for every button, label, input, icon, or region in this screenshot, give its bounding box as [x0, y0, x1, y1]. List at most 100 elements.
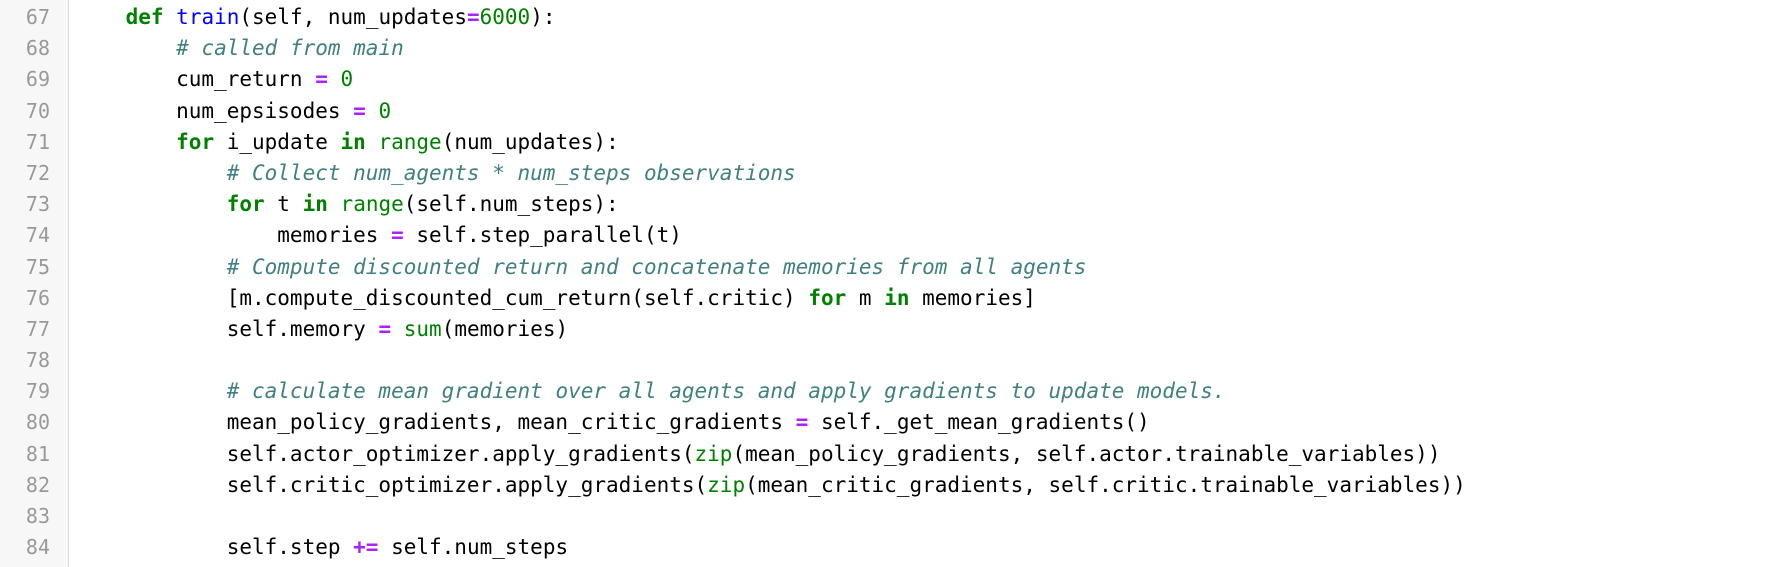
code-token: in — [340, 129, 366, 154]
code-token: memories — [75, 223, 392, 248]
code-line: 81 self.actor_optimizer.apply_gradients(… — [0, 439, 1791, 470]
code-token: # called from main — [176, 36, 404, 61]
code-token: m — [846, 285, 885, 310]
code-line: 77 self.memory = sum(memories) — [0, 314, 1791, 345]
code-token: self.critic_optimizer.apply_gradients( — [75, 472, 708, 497]
code-token: mean_policy_gradients, mean_critic_gradi… — [75, 410, 796, 435]
code-text: memories = self.step_parallel(t) — [75, 220, 682, 251]
code-token: in — [302, 192, 328, 217]
line-number: 70 — [25, 98, 50, 123]
code-token: = — [315, 67, 328, 92]
code-line: 68 # called from main — [0, 33, 1791, 64]
line-number: 68 — [25, 36, 50, 61]
code-token: self.step — [75, 535, 354, 560]
line-number: 76 — [25, 285, 50, 310]
code-token: memories] — [909, 285, 1036, 310]
code-line: 80 mean_policy_gradients, mean_critic_gr… — [0, 407, 1791, 438]
code-token: = — [466, 5, 480, 29]
code-line: 82 self.critic_optimizer.apply_gradients… — [0, 470, 1791, 501]
code-token: self._get_mean_gradients() — [808, 410, 1150, 435]
code-line: 71 for i_update in range(num_updates): — [0, 127, 1791, 158]
code-text: for t in range(self.num_steps): — [75, 189, 619, 220]
code-token: zip — [707, 472, 746, 497]
line-number: 78 — [25, 348, 50, 373]
line-number: 82 — [25, 472, 50, 497]
code-editor[interactable]: 67 def train(self, num_updates=6000): 68 … — [0, 0, 1791, 567]
code-text: self.critic_optimizer.apply_gradients(zi… — [75, 470, 1466, 501]
line-number: 79 — [25, 379, 50, 404]
code-token: in — [884, 285, 910, 310]
code-text: [m.compute_discounted_cum_return(self.cr… — [75, 283, 1036, 314]
line-number: 67 — [25, 5, 50, 29]
code-token: self.memory — [75, 316, 379, 341]
code-token: train — [176, 5, 240, 29]
code-line: 79 # calculate mean gradient over all ag… — [0, 376, 1791, 407]
code-text: self.actor_optimizer.apply_gradients(zip… — [75, 439, 1441, 470]
code-text: for i_update in range(num_updates): — [75, 127, 619, 158]
code-token: = — [795, 410, 809, 435]
code-token: for — [808, 285, 847, 310]
code-token: def — [125, 5, 164, 29]
code-text: # calculate mean gradient over all agent… — [75, 376, 1226, 407]
code-token: for — [176, 129, 215, 154]
line-number: 71 — [25, 129, 50, 154]
code-line: 72 # Collect num_agents * num_steps obse… — [0, 158, 1791, 189]
code-line: 78 — [0, 345, 1791, 376]
code-line: 74 memories = self.step_parallel(t) — [0, 220, 1791, 251]
code-token: range — [378, 129, 442, 154]
code-token: (mean_policy_gradients, self.actor.train… — [732, 441, 1441, 466]
line-number: 69 — [25, 67, 50, 92]
code-line: 73 for t in range(self.num_steps): — [0, 189, 1791, 220]
line-number: 84 — [25, 535, 50, 560]
code-token: = — [378, 316, 392, 341]
code-token: self.num_steps — [378, 535, 569, 560]
code-lines: 67 def train(self, num_updates=6000): 68 … — [0, 2, 1791, 563]
line-number: 80 — [25, 410, 50, 435]
code-text: self.step += self.num_steps — [75, 532, 568, 563]
code-token: (num_updates): — [441, 129, 619, 154]
code-token: self.step_parallel(t) — [403, 223, 682, 248]
line-number: 77 — [25, 316, 50, 341]
code-token: 6000 — [479, 5, 531, 29]
code-text: def train(self, num_updates=6000): — [75, 2, 556, 33]
code-line: 75 # Compute discounted return and conca… — [0, 252, 1791, 283]
code-token: += — [353, 535, 379, 560]
code-line: 69 cum_return = 0 — [0, 64, 1791, 95]
code-line: 76 [m.compute_discounted_cum_return(self… — [0, 283, 1791, 314]
code-text: # called from main — [75, 33, 404, 64]
code-text: # Compute discounted return and concaten… — [75, 252, 1087, 283]
code-line: 70 num_epsisodes = 0 — [0, 96, 1791, 127]
code-token: = — [391, 223, 404, 248]
code-token: i_update — [214, 129, 341, 154]
code-token: sum — [403, 316, 442, 341]
code-text: cum_return = 0 — [75, 64, 353, 95]
code-token: (self, num_updates — [239, 5, 467, 29]
code-text: mean_policy_gradients, mean_critic_gradi… — [75, 407, 1150, 438]
code-token: (mean_critic_gradients, self.critic.trai… — [745, 472, 1466, 497]
code-token: (self.num_steps): — [403, 192, 619, 217]
line-number: 73 — [25, 192, 50, 217]
line-number: 81 — [25, 441, 50, 466]
code-token: num_epsisodes — [75, 98, 354, 123]
code-token: [m.compute_discounted_cum_return(self.cr… — [75, 285, 809, 310]
code-line: 67 def train(self, num_updates=6000): — [0, 2, 1791, 33]
line-number: 72 — [25, 160, 50, 185]
line-number: 74 — [25, 223, 50, 248]
code-text: # Collect num_agents * num_steps observa… — [75, 158, 796, 189]
code-line: 84 self.step += self.num_steps — [0, 532, 1791, 563]
code-token: # Compute discounted return and concaten… — [226, 254, 1087, 279]
code-token: self.actor_optimizer.apply_gradients( — [75, 441, 695, 466]
